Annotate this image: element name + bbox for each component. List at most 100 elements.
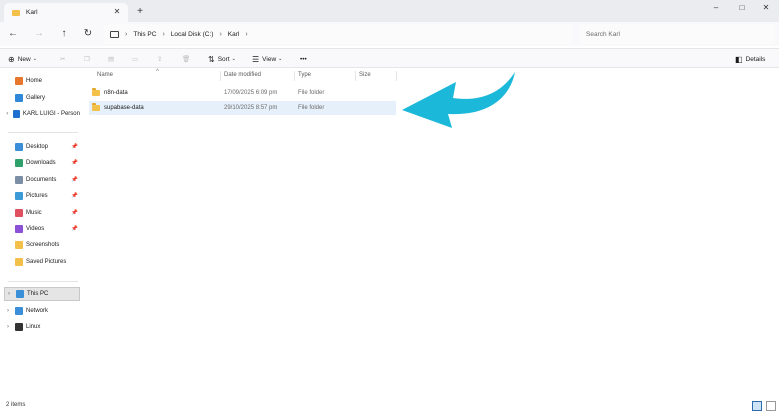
sidebar-item-saved-pictures[interactable]: Saved Pictures (4, 255, 80, 269)
sidebar-item-pictures[interactable]: Pictures 📌 (4, 189, 80, 203)
folder-icon (92, 88, 100, 96)
chevron-right-icon[interactable]: › (4, 308, 12, 314)
file-name: supabase-data (104, 105, 144, 111)
home-icon (15, 77, 23, 85)
sidebar-item-gallery[interactable]: Gallery (4, 91, 80, 105)
navigation-pane: Home Gallery › KARL LUIGI - Person Desktop 📌 D… (0, 69, 81, 399)
table-row[interactable]: n8n-data 17/09/2025 6:09 pm File folder (89, 86, 396, 100)
sidebar-item-label: Saved Pictures (26, 258, 67, 265)
sidebar-item-label: Downloads (26, 160, 56, 167)
column-divider[interactable] (355, 71, 356, 81)
sort-icon: ⇅ (208, 54, 215, 64)
sidebar-item-documents[interactable]: Documents 📌 (4, 173, 80, 187)
chevron-right-icon[interactable]: › (4, 111, 10, 117)
documents-icon (15, 175, 23, 184)
column-header-name[interactable]: Name (97, 72, 113, 78)
column-divider[interactable] (220, 71, 221, 81)
sort-ascending-icon: ^ (156, 69, 159, 75)
pin-icon: 📌 (71, 144, 78, 150)
gallery-icon (15, 94, 23, 102)
close-tab-icon[interactable]: ✕ (112, 7, 122, 17)
table-row[interactable]: supabase-data 29/10/2025 8:57 pm File fo… (89, 101, 396, 115)
view-icon: ☰ (252, 54, 260, 64)
copy-icon[interactable]: ❐ (84, 52, 90, 66)
sidebar-item-label: Documents (26, 176, 57, 183)
breadcrumb-karl[interactable]: Karl (228, 31, 240, 38)
item-count: 2 items (6, 402, 26, 408)
sidebar-item-label: Music (26, 209, 42, 216)
sidebar-item-label: Screenshots (26, 242, 60, 249)
chevron-down-icon: ⌄ (278, 56, 283, 62)
view-button[interactable]: ☰ View ⌄ (252, 52, 282, 66)
forward-arrow-icon[interactable]: → (32, 27, 46, 41)
tab-karl[interactable]: Karl ✕ (4, 3, 128, 22)
column-header-date[interactable]: Date modified (224, 72, 261, 78)
close-window-button[interactable]: ✕ (757, 2, 775, 14)
divider (8, 132, 78, 133)
refresh-icon[interactable]: ↻ (81, 27, 95, 41)
up-arrow-icon[interactable]: ↑ (57, 27, 71, 41)
sort-label: Sort (217, 55, 230, 63)
sidebar-item-network[interactable]: › Network (4, 304, 80, 318)
paste-icon[interactable]: ▤ (108, 52, 114, 66)
maximize-button[interactable]: □ (733, 2, 751, 14)
pc-icon (110, 30, 119, 38)
column-header-type[interactable]: Type (298, 72, 311, 78)
sidebar-item-label: Network (26, 308, 49, 314)
sort-button[interactable]: ⇅ Sort ⌄ (208, 52, 236, 66)
details-view-icon[interactable] (752, 401, 762, 411)
sidebar-item-karl-luigi-person[interactable]: › KARL LUIGI - Person (4, 107, 80, 121)
details-label: Details (745, 55, 766, 63)
back-arrow-icon[interactable]: ← (6, 27, 20, 41)
chevron-down-icon: ⌄ (231, 56, 236, 62)
delete-icon[interactable]: 🗑 (182, 52, 190, 66)
more-options-button[interactable]: ••• (300, 52, 307, 66)
minimize-button[interactable]: – (707, 2, 725, 14)
column-divider[interactable] (294, 71, 295, 81)
cut-icon[interactable]: ✂ (60, 52, 65, 66)
file-date: 29/10/2025 8:57 pm (224, 105, 278, 111)
pc-icon (16, 290, 24, 298)
breadcrumb-local-disk[interactable]: Local Disk (C:) (171, 31, 214, 38)
chevron-right-icon: › (219, 30, 222, 38)
sidebar-item-label: Home (26, 78, 43, 84)
rename-icon[interactable]: ▭ (132, 52, 138, 66)
address-row: ← → ↑ ↻ › This PC › Local Disk (C:) › Ka… (0, 22, 779, 46)
onedrive-icon (13, 110, 20, 118)
sidebar-item-videos[interactable]: Videos 📌 (4, 222, 80, 236)
share-icon[interactable]: ⇪ (157, 52, 162, 66)
sidebar-item-screenshots[interactable]: Screenshots (4, 238, 80, 252)
arrow-shape (402, 72, 515, 128)
column-divider[interactable] (396, 71, 397, 81)
sidebar-item-desktop[interactable]: Desktop 📌 (4, 140, 80, 154)
address-bar[interactable]: › This PC › Local Disk (C:) › Karl › (104, 24, 572, 44)
search-input[interactable]: Search Karl (580, 24, 775, 44)
pictures-icon (15, 192, 23, 201)
sidebar-item-this-pc[interactable]: › This PC (4, 287, 80, 301)
tiles-view-icon[interactable] (766, 401, 776, 411)
pin-icon: 📌 (71, 226, 78, 232)
new-tab-button[interactable]: + (134, 6, 146, 18)
sidebar-item-linux[interactable]: › Linux (4, 320, 80, 334)
new-label: New (17, 55, 31, 63)
breadcrumb-this-pc[interactable]: This PC (133, 31, 156, 38)
sidebar-item-downloads[interactable]: Downloads 📌 (4, 156, 80, 170)
music-icon (15, 208, 23, 217)
new-button[interactable]: ⊕ New ⌄ (8, 52, 37, 66)
file-date: 17/09/2025 6:09 pm (224, 90, 278, 96)
sidebar-item-home[interactable]: Home (4, 74, 80, 88)
status-bar: 2 items (0, 399, 779, 413)
chevron-right-icon[interactable]: › (4, 324, 12, 330)
folder-icon (15, 241, 23, 250)
details-button[interactable]: ◧ Details (735, 52, 765, 66)
sidebar-item-music[interactable]: Music 📌 (4, 206, 80, 220)
column-header-size[interactable]: Size (359, 72, 371, 78)
chevron-right-icon[interactable]: › (5, 291, 13, 297)
folder-icon (12, 9, 20, 16)
pin-icon: 📌 (71, 193, 78, 200)
chevron-down-icon: ⌄ (32, 56, 37, 62)
download-icon (15, 159, 23, 168)
pin-icon: 📌 (71, 176, 78, 183)
pin-icon: 📌 (71, 209, 78, 216)
view-label: View (262, 55, 277, 63)
